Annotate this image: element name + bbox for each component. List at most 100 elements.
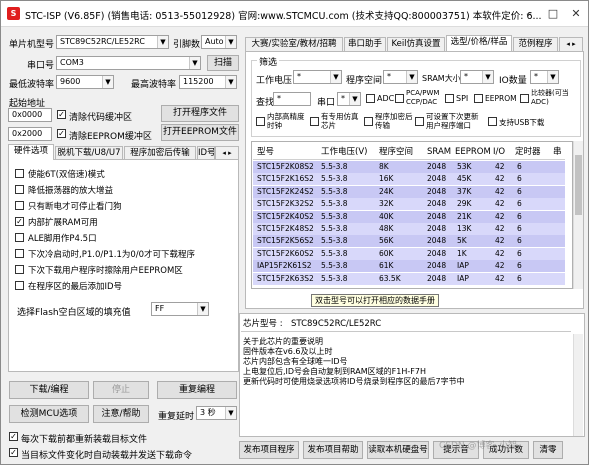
table-row[interactable]: IAP15F2K61S2 5.5-3.8 61K 2048 IAP 42 6: [253, 260, 565, 273]
col-prog-space[interactable]: 程序空间: [379, 144, 413, 160]
tab-competition[interactable]: 大赛/实验室/教材/招聘: [245, 37, 343, 51]
scrollbar-thumb[interactable]: [575, 155, 582, 215]
tab-selection-price[interactable]: 选型/价格/样品: [446, 35, 512, 51]
prog-space-select[interactable]: * ▼: [383, 70, 418, 84]
info-vertical-scrollbar[interactable]: [573, 334, 583, 436]
table-cell: 16K: [379, 174, 394, 184]
table-cell: 24K: [379, 186, 394, 196]
flash-fill-select[interactable]: FF ▼: [151, 302, 209, 316]
download-program-button[interactable]: 下载/编程: [9, 381, 89, 399]
search-input[interactable]: *: [273, 92, 311, 106]
mcu-type-select[interactable]: STC89C52RC/LE52RC ▼: [56, 35, 169, 49]
check-mcu-button[interactable]: 检测MCU选项: [9, 405, 89, 423]
table-cell: 2048: [427, 211, 447, 221]
voltage-label: 工作电压: [256, 76, 293, 86]
port-select[interactable]: COM3 ▼: [56, 56, 201, 70]
table-row[interactable]: STC15F2K63S2 5.5-3.8 63.5K 2048 IAP 42 6: [253, 272, 565, 285]
tab-encrypt-transfer[interactable]: 程序加密后传输: [124, 146, 196, 160]
hardware-option-checkbox[interactable]: ✓: [15, 217, 24, 226]
code-address-input[interactable]: 0x0000: [8, 108, 52, 122]
auto-send-on-change-checkbox[interactable]: ✓: [9, 448, 18, 457]
repeat-delay-select[interactable]: 3 秒 ▼: [196, 406, 237, 420]
table-row[interactable]: STC15F2K16S2 5.5-3.8 16K 2048 45K 42 6: [253, 173, 565, 186]
sram-size-select[interactable]: * ▼: [460, 70, 494, 84]
table-row[interactable]: STC15F2K40S2 5.5-3.8 40K 2048 21K 42 6: [253, 210, 565, 223]
clear-count-button[interactable]: 清零: [533, 441, 563, 459]
comparator-checkbox[interactable]: [520, 94, 529, 103]
table-row[interactable]: STC15F2K60S2 5.5-3.8 60K 2048 1K 42 6: [253, 247, 565, 260]
info-divider: [241, 331, 571, 332]
spi-checkbox[interactable]: [445, 94, 454, 103]
max-baud-select[interactable]: 115200 ▼: [179, 75, 237, 89]
clear-eeprom-label: 清除EEPROM缓冲区: [69, 132, 152, 142]
clear-code-checkbox[interactable]: ✓: [57, 110, 66, 119]
hardware-option-checkbox[interactable]: [15, 169, 24, 178]
tab-offline-download[interactable]: 脱机下载/U8/U7: [55, 146, 123, 160]
col-model[interactable]: 型号: [257, 144, 274, 160]
usb-download-checkbox[interactable]: [488, 117, 497, 126]
help-button[interactable]: 注意/帮助: [93, 405, 149, 423]
scan-button[interactable]: 扫描: [207, 55, 239, 71]
emulator-checkbox[interactable]: [310, 117, 319, 126]
table-row[interactable]: STC15F2K48S2 5.5-3.8 48K 2048 13K 42 6: [253, 223, 565, 235]
col-sram[interactable]: SRAM: [427, 144, 451, 160]
tab-serial-assistant[interactable]: 串口助手: [344, 37, 386, 51]
table-cell: 2048: [427, 248, 447, 258]
prog-space-label: 程序空间: [346, 76, 383, 86]
read-disk-id-button[interactable]: 读取本机硬盘号: [367, 441, 429, 459]
clear-eeprom-checkbox[interactable]: ✓: [57, 129, 66, 138]
table-cell: 6: [517, 211, 522, 221]
col-timer[interactable]: 定时器: [515, 144, 541, 160]
tab-hardware-options[interactable]: 硬件选项: [8, 144, 54, 160]
repeat-program-button[interactable]: 重复编程: [157, 381, 237, 399]
encrypt-checkbox[interactable]: [364, 117, 373, 126]
app-logo-icon: S: [7, 7, 20, 20]
tab-scroll-arrows[interactable]: ◂ ▸: [215, 146, 239, 160]
hardware-option-checkbox[interactable]: [15, 201, 24, 210]
table-row[interactable]: STC15F2K32S2 5.5-3.8 32K 2048 29K 42 6: [253, 198, 565, 211]
tab-keil-emulation[interactable]: Keil仿真设置: [387, 37, 445, 51]
chip-table: 型号 工作电压(V) 程序空间 SRAM EEPROM I/O 定时器 串 ST…: [251, 141, 573, 289]
pca-checkbox[interactable]: [395, 94, 404, 103]
eeprom-address-input[interactable]: 0x2000: [8, 127, 52, 141]
watermark: CSDN @博客_小智: [439, 441, 518, 451]
table-row[interactable]: STC15F2K24S2 5.5-3.8 24K 2048 37K 42 6: [253, 185, 565, 198]
pin-count-select[interactable]: Auto ▼: [201, 35, 237, 49]
tab-scroll-arrows-right[interactable]: ◂ ▸: [559, 37, 583, 51]
open-eeprom-file-button[interactable]: 打开EEPROM文件: [161, 124, 239, 141]
uart-select[interactable]: * ▼: [337, 92, 361, 106]
eeprom-checkbox[interactable]: [474, 94, 483, 103]
table-row[interactable]: STC15F2K08S2 5.5-3.8 8K 2048 53K 42 6: [253, 161, 565, 173]
chevron-down-icon: ▼: [157, 36, 168, 48]
tab-id-number[interactable]: ID号: [197, 146, 215, 160]
min-baud-select[interactable]: 9600 ▼: [56, 75, 114, 89]
col-voltage[interactable]: 工作电压(V): [321, 144, 367, 160]
hardware-option-checkbox[interactable]: [15, 249, 24, 258]
table-vertical-scrollbar[interactable]: [573, 141, 583, 289]
internal-osc-checkbox[interactable]: [256, 117, 265, 126]
voltage-select[interactable]: * ▼: [293, 70, 342, 84]
open-program-file-button[interactable]: 打开程序文件: [161, 105, 239, 122]
tab-examples[interactable]: 范例程序: [513, 37, 558, 51]
hardware-option-checkbox[interactable]: [15, 281, 24, 290]
hardware-option-checkbox[interactable]: [15, 185, 24, 194]
publish-help-button[interactable]: 发布项目帮助: [303, 441, 363, 459]
close-button[interactable]: ✕: [566, 5, 586, 23]
col-uart[interactable]: 串: [553, 144, 562, 160]
io-count-select[interactable]: * ▼: [530, 70, 559, 84]
minimize-button[interactable]: –: [519, 5, 539, 23]
col-eeprom[interactable]: EEPROM: [455, 144, 491, 160]
hardware-option-checkbox[interactable]: [15, 233, 24, 242]
maximize-button[interactable]: □: [543, 5, 563, 23]
hardware-option-checkbox[interactable]: [15, 265, 24, 274]
adc-checkbox[interactable]: [366, 94, 375, 103]
reload-before-download-checkbox[interactable]: ✓: [9, 432, 18, 441]
hardware-option-label: 使能6T(双倍速)模式: [28, 170, 105, 180]
flash-fill-value: FF: [155, 304, 165, 313]
set-port-checkbox[interactable]: [415, 117, 424, 126]
stop-button[interactable]: 停止: [93, 381, 149, 399]
publish-project-button[interactable]: 发布项目程序: [239, 441, 299, 459]
chip-info-line: 芯片内部包含有全球唯一ID号: [243, 357, 348, 366]
table-row[interactable]: STC15F2K56S2 5.5-3.8 56K 2048 5K 42 6: [253, 235, 565, 248]
col-io[interactable]: I/O: [493, 144, 505, 160]
